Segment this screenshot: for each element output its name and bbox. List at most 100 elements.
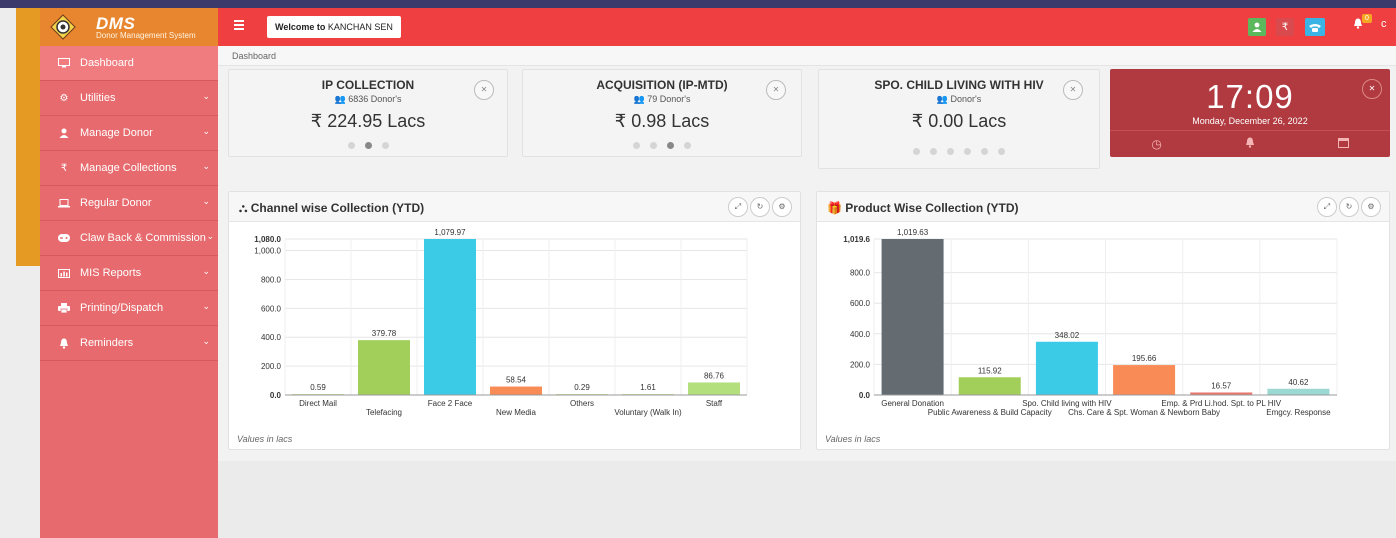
chevron-down-icon: ⌄ (202, 91, 210, 101)
sidebar-item-label: Reminders (80, 337, 134, 349)
sidebar-item-manage-donor[interactable]: Manage Donor ⌄ (40, 116, 218, 151)
expand-icon[interactable]: ⤢ (728, 197, 748, 217)
top-header: Welcome to KANCHAN SEN ₹ 0 c (218, 8, 1396, 46)
sidebar-item-label: Manage Donor (80, 127, 153, 139)
y-tick-label: 400.0 (850, 330, 871, 339)
bar (358, 340, 410, 395)
y-tick-label: 400.0 (261, 333, 282, 342)
bar-value-label: 379.78 (372, 329, 397, 338)
bar (881, 238, 944, 395)
laptop-icon (56, 198, 72, 208)
kpi-amount: ₹ 0.00 Lacs (911, 111, 1007, 131)
bar-value-label: 0.59 (310, 383, 326, 392)
bar-value-label: 16.57 (1211, 381, 1232, 390)
refresh-icon[interactable]: ↻ (1339, 197, 1359, 217)
sidebar-item-label: Regular Donor (80, 197, 152, 209)
clock-time: 17:09 (1206, 78, 1294, 115)
profile-button[interactable] (1248, 18, 1266, 36)
bar-value-label: 115.92 (978, 366, 1002, 375)
sidebar-item-dashboard[interactable]: Dashboard (40, 46, 218, 81)
bar (490, 386, 542, 395)
bar-value-label: 86.76 (704, 371, 725, 380)
gift-icon: 🎁 (827, 201, 842, 215)
y-tick-label: 600.0 (850, 299, 871, 308)
x-tick-label: Spo. Child living with HIV (1022, 399, 1112, 408)
print-icon (56, 303, 72, 313)
phone-icon (1309, 23, 1321, 32)
close-icon[interactable]: ✕ (766, 80, 786, 100)
settings-icon[interactable]: ⚙ (1361, 197, 1381, 217)
sidebar-item-label: Utilities (80, 92, 116, 104)
sidebar-item-claw-back[interactable]: Claw Back & Commission ⌄ (40, 221, 218, 256)
carousel-dots[interactable] (229, 142, 507, 149)
welcome-prefix: Welcome to (275, 22, 326, 32)
brand-title: DMS (96, 13, 136, 33)
kpi-donors: Donor's (950, 94, 982, 104)
kpi-spo-child-hiv: SPO. CHILD LIVING WITH HIV 👥 Donor's ₹ 0… (818, 69, 1100, 169)
users-icon: 👥 (936, 94, 948, 104)
kpi-ip-collection: IP COLLECTION 👥 6836 Donor's ₹ 224.95 La… (228, 69, 508, 157)
bar-value-label: 348.02 (1055, 331, 1080, 340)
x-tick-label: Face 2 Face (428, 399, 473, 408)
chevron-down-icon: ⌄ (202, 301, 210, 311)
expand-icon[interactable]: ⤢ (1317, 197, 1337, 217)
rupee-icon: ₹ (1281, 21, 1289, 33)
close-icon[interactable]: ✕ (1362, 79, 1382, 99)
bar (688, 382, 740, 395)
kpi-title: ACQUISITION (IP-MTD) (596, 78, 728, 92)
dms-logo-icon (50, 14, 76, 40)
sidebar-item-utilities[interactable]: ⚙ Utilities ⌄ (40, 81, 218, 116)
users-icon: 👥 (334, 94, 346, 104)
values-note: Values in lacs (237, 434, 293, 444)
menu-toggle-icon[interactable] (234, 20, 244, 32)
clock-icon[interactable]: ◷ (1151, 137, 1161, 151)
x-tick-label: Public Awareness & Build Capacity (928, 408, 1052, 417)
brand[interactable]: DMS Donor Management System (40, 8, 218, 46)
refresh-icon[interactable]: ↻ (750, 197, 770, 217)
bar-value-label: 195.66 (1132, 354, 1157, 363)
kpi-title: IP COLLECTION (321, 78, 415, 92)
user-icon (56, 128, 72, 138)
sidebar-item-regular-donor[interactable]: Regular Donor ⌄ (40, 186, 218, 221)
sidebar-item-label: Printing/Dispatch (80, 302, 164, 314)
welcome-user: KANCHAN SEN (327, 22, 393, 32)
channel-bar-chart: 0.0 200.0 400.0 600.0 800.0 1,000.0 1,080.0 0.5… (254, 228, 748, 417)
x-tick-label: Others (570, 399, 594, 408)
carousel-dots[interactable] (523, 142, 801, 149)
panel-title: Channel wise Collection (YTD) (250, 201, 425, 215)
payment-button[interactable]: ₹ (1276, 18, 1294, 36)
kpi-amount: ₹ 0.98 Lacs (614, 111, 710, 131)
y-tick-label: 600.0 (261, 304, 282, 313)
close-icon[interactable]: ✕ (474, 80, 494, 100)
bar (1035, 341, 1098, 395)
x-tick-label: Staff (706, 399, 723, 408)
y-tick-label: 1,080.0 (254, 235, 281, 244)
bar-chart-icon (56, 268, 72, 278)
carousel-dots[interactable] (819, 148, 1099, 155)
x-tick-label: General Donation (881, 399, 944, 408)
clock-widget: 17:09 Monday, December 26, 2022 ✕ ◷ (1110, 69, 1390, 157)
settings-icon[interactable]: ⚙ (772, 197, 792, 217)
gamepad-icon (56, 234, 72, 242)
phone-button[interactable] (1305, 18, 1325, 36)
bell-icon[interactable] (1245, 137, 1255, 151)
bar (1113, 365, 1176, 395)
users-icon: 👥 (633, 94, 645, 104)
bar-value-label: 1,019.63 (897, 228, 929, 237)
sidebar: DMS Donor Management System Dashboard ⚙ … (40, 8, 218, 538)
product-bar-chart: 0.0 200.0 400.0 600.0 800.0 1,019.6 1,019.63 Ge… (843, 228, 1338, 417)
x-tick-label: Chs. Care & Spt. Woman & Newborn Baby (1068, 408, 1220, 417)
calendar-icon[interactable] (1337, 137, 1349, 151)
welcome-badge: Welcome to KANCHAN SEN (267, 16, 401, 38)
sidebar-item-reminders[interactable]: Reminders ⌄ (40, 326, 218, 361)
sidebar-item-printing-dispatch[interactable]: Printing/Dispatch ⌄ (40, 291, 218, 326)
bar (958, 377, 1021, 395)
sidebar-item-manage-collections[interactable]: ₹ Manage Collections ⌄ (40, 151, 218, 186)
close-icon[interactable]: ✕ (1063, 80, 1083, 100)
chevron-down-icon: ⌄ (202, 126, 210, 136)
x-tick-label: Direct Mail (299, 399, 337, 408)
product-collection-panel: 🎁 Product Wise Collection (YTD) ⤢ ↻ ⚙ 0.… (816, 191, 1390, 450)
sidebar-item-mis-reports[interactable]: MIS Reports ⌄ (40, 256, 218, 291)
bar (1267, 388, 1330, 395)
x-tick-label: Emgcy. Response (1266, 408, 1331, 417)
